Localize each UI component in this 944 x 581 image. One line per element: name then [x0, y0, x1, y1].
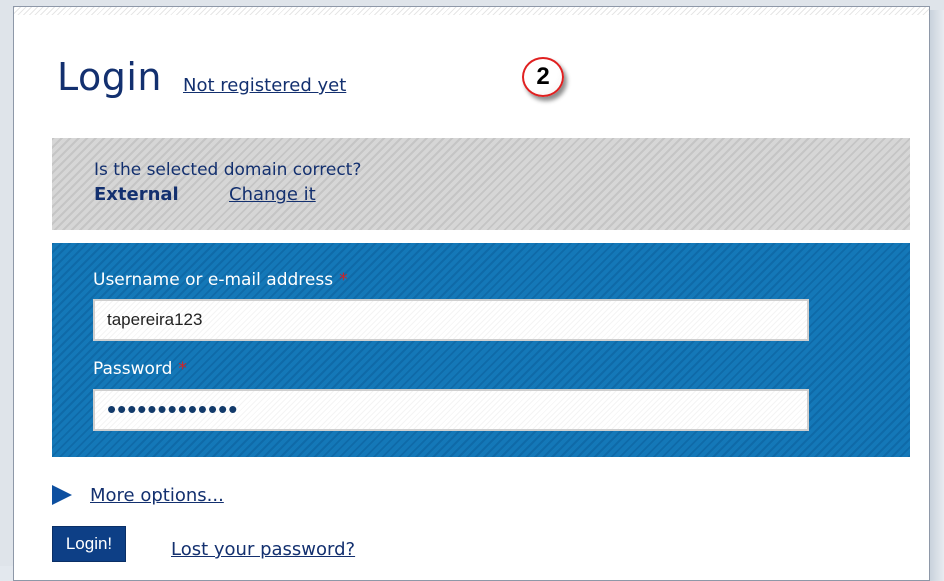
- step-number-badge: 2: [522, 57, 564, 97]
- domain-question: Is the selected domain correct?: [94, 160, 362, 180]
- required-marker: *: [178, 359, 187, 379]
- expand-triangle-icon: [52, 485, 72, 505]
- login-button[interactable]: Login!: [52, 526, 126, 562]
- frame-shadow-right: [930, 10, 944, 581]
- lost-password-link[interactable]: Lost your password?: [171, 539, 355, 560]
- username-label: Username or e-mail address *: [93, 270, 348, 290]
- more-options-toggle[interactable]: More options...: [52, 483, 224, 507]
- selected-domain: External: [94, 184, 179, 205]
- required-marker: *: [339, 270, 348, 290]
- username-value: tapereira123: [107, 310, 203, 329]
- password-label: Password *: [93, 359, 187, 379]
- password-label-text: Password: [93, 359, 173, 379]
- page-title: Login: [57, 55, 163, 99]
- username-label-text: Username or e-mail address: [93, 270, 334, 290]
- username-field[interactable]: tapereira123: [93, 299, 809, 341]
- domain-confirmation-box: Is the selected domain correct? External…: [52, 138, 910, 230]
- password-mask: •••••••••••••: [107, 394, 239, 424]
- credentials-form: Username or e-mail address * tapereira123…: [52, 243, 910, 457]
- more-options-link[interactable]: More options...: [90, 485, 224, 506]
- change-domain-link[interactable]: Change it: [229, 184, 316, 205]
- not-registered-link[interactable]: Not registered yet: [183, 75, 346, 96]
- frame-shadow-bottom: [0, 566, 13, 581]
- login-panel: Login Not registered yet 2 Is the select…: [13, 6, 930, 581]
- password-field[interactable]: •••••••••••••: [93, 389, 809, 431]
